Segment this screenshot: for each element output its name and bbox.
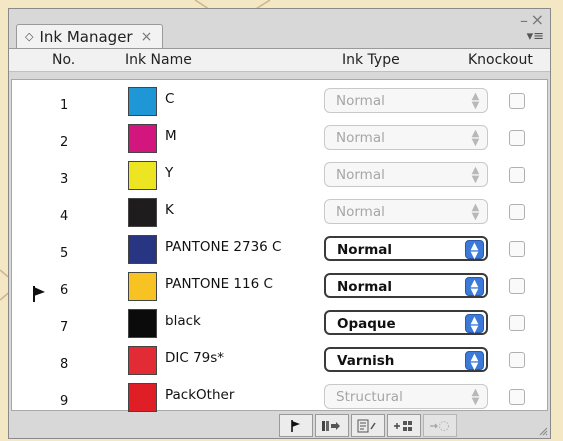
ink-number: 1 [60, 98, 69, 113]
ink-name: PANTONE 2736 C [165, 239, 282, 255]
ink-name: DIC 79s* [165, 350, 225, 366]
knockout-checkbox[interactable] [509, 352, 525, 368]
ink-manager-panel: ◇ Ink Manager × – × ▾≡ No. Ink Name Ink … [8, 8, 551, 439]
ink-type-value: Normal [336, 204, 385, 220]
knockout-checkbox[interactable] [509, 389, 525, 405]
ink-name: PANTONE 116 C [165, 276, 273, 292]
ink-number: 8 [60, 357, 69, 372]
tab-title: Ink Manager [39, 27, 133, 46]
ink-type-select[interactable]: Opaque ▲ ▼ [324, 310, 488, 335]
convert-button[interactable] [423, 414, 457, 437]
ink-type-select[interactable]: Structural ▲ ▼ [324, 384, 488, 409]
ink-number: 2 [60, 135, 69, 150]
panel-titlebar: ◇ Ink Manager × – × ▾≡ [9, 9, 550, 49]
select-arrows-icon: ▲ ▼ [471, 91, 480, 111]
ink-number: 6 [60, 283, 69, 298]
close-icon[interactable]: × [531, 10, 544, 29]
knockout-checkbox[interactable] [509, 315, 525, 331]
ink-name: PackOther [165, 387, 235, 403]
ink-type-value: Normal [336, 93, 385, 109]
panel-menu-icon[interactable]: ▾≡ [527, 29, 544, 44]
ink-list: 1 C Normal ▲ ▼ 2 M Normal ▲ ▼ 3 Y Normal ▲… [11, 79, 548, 412]
ink-number: 4 [60, 209, 69, 224]
select-arrows-icon: ▲ ▼ [471, 387, 480, 407]
select-arrows-icon: ▲ ▼ [471, 128, 480, 148]
ink-type-value: Normal [336, 130, 385, 146]
ink-swatch [128, 346, 157, 375]
panel-footer [9, 413, 550, 438]
column-headers: No. Ink Name Ink Type Knockout [9, 48, 550, 72]
edit-ink-icon [357, 419, 376, 432]
ink-to-separation-icon [322, 420, 340, 431]
column-header-ink-type: Ink Type [342, 52, 400, 68]
flag-marker-icon [33, 286, 45, 302]
ink-number: 7 [60, 320, 69, 335]
ink-number: 5 [60, 246, 69, 261]
knockout-checkbox[interactable] [509, 278, 525, 294]
collapse-diamond-icon[interactable]: ◇ [25, 25, 33, 49]
ink-type-value: Normal [336, 167, 385, 183]
ink-swatch [128, 235, 157, 264]
knockout-checkbox[interactable] [509, 241, 525, 257]
ink-row[interactable]: 8 DIC 79s* Varnish ▲ ▼ [12, 344, 547, 381]
add-ink-icon [394, 420, 412, 431]
ink-type-select[interactable]: Normal ▲ ▼ [324, 162, 488, 187]
ink-type-value: Structural [336, 389, 403, 405]
ink-type-value: Varnish [337, 353, 395, 369]
ink-name: Y [165, 165, 174, 181]
tab-ink-manager[interactable]: ◇ Ink Manager × [16, 24, 164, 49]
select-arrows-icon: ▲ ▼ [471, 165, 480, 185]
select-arrows-icon: ▲ ▼ [465, 277, 484, 298]
edit-ink-button[interactable] [351, 414, 385, 437]
column-header-no: No. [52, 52, 76, 68]
ink-type-value: Normal [337, 242, 393, 258]
knockout-checkbox[interactable] [509, 167, 525, 183]
knockout-checkbox[interactable] [509, 204, 525, 220]
ink-type-select[interactable]: Normal ▲ ▼ [324, 125, 488, 150]
ink-row[interactable]: 3 Y Normal ▲ ▼ [12, 159, 547, 196]
ink-name: K [165, 202, 174, 218]
ink-name: M [165, 128, 177, 144]
ink-row[interactable]: 7 black Opaque ▲ ▼ [12, 307, 547, 344]
ink-type-select[interactable]: Normal ▲ ▼ [324, 273, 488, 298]
ink-type-select[interactable]: Normal ▲ ▼ [324, 236, 488, 261]
ink-name: black [165, 313, 201, 329]
ink-swatch [128, 309, 157, 338]
select-arrows-icon: ▲ ▼ [471, 202, 480, 222]
flag-icon [291, 419, 300, 432]
ink-swatch [128, 124, 157, 153]
select-arrows-icon: ▲ ▼ [465, 314, 484, 335]
ink-type-value: Normal [337, 279, 393, 295]
ink-row[interactable]: 5 PANTONE 2736 C Normal ▲ ▼ [12, 233, 547, 270]
ink-row[interactable]: 2 M Normal ▲ ▼ [12, 122, 547, 159]
select-arrows-icon: ▲ ▼ [465, 351, 484, 372]
resize-grip-icon[interactable] [538, 426, 548, 436]
ink-type-select[interactable]: Varnish ▲ ▼ [324, 347, 488, 372]
knockout-checkbox[interactable] [509, 130, 525, 146]
ink-swatch [128, 272, 157, 301]
ink-swatch [128, 161, 157, 190]
ink-number: 3 [60, 172, 69, 187]
minimize-icon[interactable]: – [520, 11, 528, 30]
ink-swatch [128, 87, 157, 116]
ink-swatch [128, 383, 157, 412]
knockout-checkbox[interactable] [509, 93, 525, 109]
ink-type-select[interactable]: Normal ▲ ▼ [324, 88, 488, 113]
flag-button[interactable] [279, 414, 313, 437]
convert-icon [430, 420, 449, 431]
ink-row[interactable]: 6 PANTONE 116 C Normal ▲ ▼ [12, 270, 547, 307]
ink-row[interactable]: 4 K Normal ▲ ▼ [12, 196, 547, 233]
ink-row[interactable]: 1 C Normal ▲ ▼ [12, 85, 547, 122]
ink-to-separation-button[interactable] [315, 414, 349, 437]
add-ink-button[interactable] [387, 414, 421, 437]
column-header-knockout: Knockout [468, 52, 533, 68]
ink-type-value: Opaque [337, 316, 396, 332]
ink-name: C [165, 91, 175, 107]
tab-close-icon[interactable]: × [141, 25, 153, 49]
ink-type-select[interactable]: Normal ▲ ▼ [324, 199, 488, 224]
ink-number: 9 [60, 394, 69, 409]
ink-swatch [128, 198, 157, 227]
column-header-ink-name: Ink Name [125, 52, 192, 68]
select-arrows-icon: ▲ ▼ [465, 240, 484, 261]
